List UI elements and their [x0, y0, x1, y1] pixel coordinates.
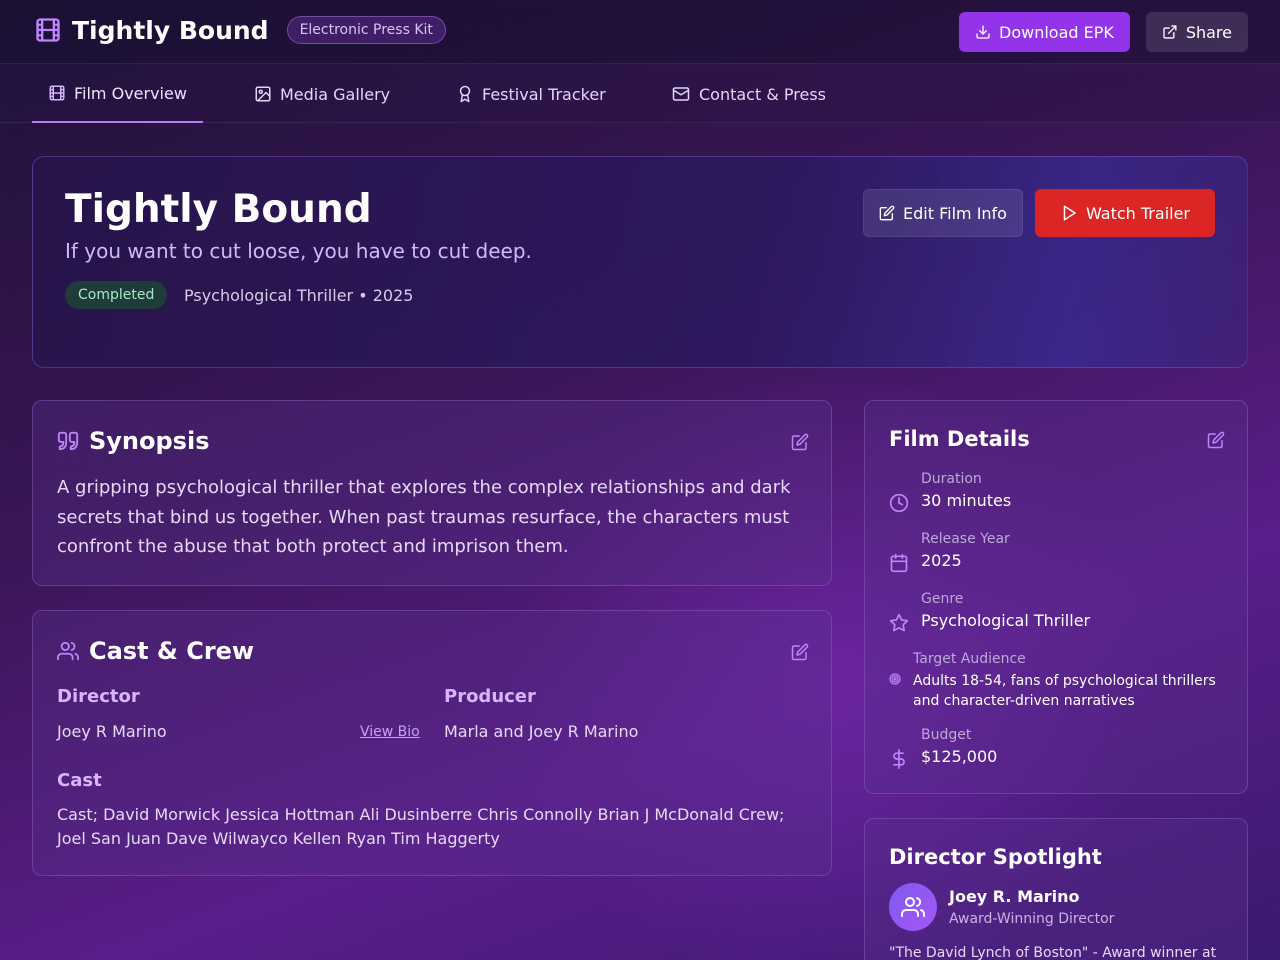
share-button[interactable]: Share — [1146, 12, 1248, 52]
cast-crew-card: Cast & Crew Director Joey R Marino View … — [32, 610, 832, 876]
tab-film-overview[interactable]: Film Overview — [32, 65, 203, 123]
producer-heading: Producer — [444, 686, 536, 707]
detail-target-audience: Target Audience Adults 18-54, fans of ps… — [889, 651, 1223, 711]
play-icon — [1063, 205, 1076, 221]
tab-festival-tracker[interactable]: Festival Tracker — [456, 65, 606, 123]
edit-icon[interactable] — [791, 433, 809, 451]
director-spotlight-title: Director Spotlight — [889, 845, 1102, 869]
tab-label: Contact & Press — [699, 84, 827, 104]
film-details-card: Film Details Duration 30 minutes Release… — [864, 400, 1248, 794]
avatar — [889, 883, 937, 931]
detail-label: Release Year — [921, 531, 1010, 547]
film-title: Tightly Bound — [65, 187, 372, 232]
app-title: Tightly Bound — [72, 15, 269, 45]
detail-label: Genre — [921, 591, 964, 607]
film-details-title: Film Details — [889, 427, 1030, 451]
image-icon — [255, 86, 271, 102]
detail-label: Budget — [921, 727, 972, 743]
award-icon — [459, 85, 471, 103]
hero-card: Tightly Bound If you want to cut loose, … — [32, 156, 1248, 368]
tab-media-gallery[interactable]: Media Gallery — [254, 65, 390, 123]
synopsis-title: Synopsis — [89, 427, 210, 455]
download-epk-button[interactable]: Download EPK — [959, 12, 1130, 52]
external-link-icon — [1163, 25, 1177, 39]
edit-icon[interactable] — [791, 643, 809, 661]
quote-icon — [57, 431, 79, 451]
watch-trailer-button[interactable]: Watch Trailer — [1035, 189, 1215, 237]
detail-value: 2025 — [921, 551, 962, 570]
director-role: Award-Winning Director — [949, 911, 1115, 927]
director-spotlight-card: Director Spotlight Joey R. Marino Award-… — [864, 818, 1248, 960]
tab-bar: Film Overview Media Gallery Festival Tra… — [0, 65, 1280, 123]
epk-badge: Electronic Press Kit — [286, 16, 446, 44]
producer-name: Marla and Joey R Marino — [444, 722, 639, 741]
dollar-icon — [893, 749, 905, 769]
cast-crew-heading: Cast & Crew — [57, 637, 254, 665]
target-icon — [889, 673, 901, 685]
edit-film-info-button[interactable]: Edit Film Info — [863, 189, 1023, 237]
detail-duration: Duration 30 minutes — [889, 471, 1011, 513]
download-icon — [976, 25, 990, 39]
synopsis-heading: Synopsis — [57, 427, 209, 455]
edit-film-info-label: Edit Film Info — [903, 203, 1007, 223]
cast-list: Cast; David Morwick Jessica Hottman Ali … — [57, 805, 785, 848]
detail-budget: Budget $125,000 — [889, 727, 997, 769]
edit-icon[interactable] — [1207, 431, 1225, 449]
film-tagline: If you want to cut loose, you have to cu… — [65, 239, 532, 263]
detail-value: Psychological Thriller — [921, 611, 1091, 630]
tab-label: Film Overview — [74, 83, 187, 103]
watch-trailer-label: Watch Trailer — [1085, 203, 1190, 223]
cast-heading: Cast — [57, 770, 102, 791]
top-bar: Tightly Bound Electronic Press Kit Downl… — [0, 0, 1280, 64]
status-badge: Completed — [65, 281, 168, 309]
cast-crew-title: Cast & Crew — [89, 637, 255, 665]
detail-label: Target Audience — [913, 651, 1026, 667]
clock-icon — [889, 493, 909, 513]
film-meta: Psychological Thriller • 2025 — [184, 286, 414, 305]
director-name: Joey R Marino — [57, 722, 167, 741]
tab-label: Media Gallery — [280, 84, 391, 104]
users-icon — [901, 897, 925, 917]
calendar-icon — [890, 553, 908, 573]
download-epk-label: Download EPK — [999, 22, 1114, 42]
director-quote: "The David Lynch of Boston" - Award winn… — [889, 945, 1217, 960]
brand: Tightly Bound Electronic Press Kit — [34, 15, 446, 45]
star-icon — [889, 613, 909, 632]
detail-release-year: Release Year 2025 — [889, 531, 1010, 573]
detail-value: $125,000 — [921, 747, 998, 766]
film-icon — [49, 85, 65, 101]
synopsis-card: Synopsis A gripping psychological thrill… — [32, 400, 832, 586]
edit-icon — [879, 205, 895, 221]
detail-value: Adults 18-54, fans of psychological thri… — [913, 673, 1216, 709]
users-icon — [57, 641, 79, 661]
detail-label: Duration — [921, 471, 982, 487]
tab-label: Festival Tracker — [482, 84, 606, 104]
film-icon — [34, 15, 62, 45]
tab-contact-press[interactable]: Contact & Press — [671, 65, 826, 123]
detail-value: 30 minutes — [921, 491, 1012, 510]
mail-icon — [672, 87, 690, 101]
view-bio-link[interactable]: View Bio — [360, 724, 420, 740]
detail-genre: Genre Psychological Thriller — [889, 591, 1090, 633]
synopsis-text: A gripping psychological thriller that e… — [57, 477, 791, 557]
share-label: Share — [1185, 22, 1232, 42]
director-heading: Director — [57, 686, 140, 707]
director-name: Joey R. Marino — [949, 887, 1080, 906]
